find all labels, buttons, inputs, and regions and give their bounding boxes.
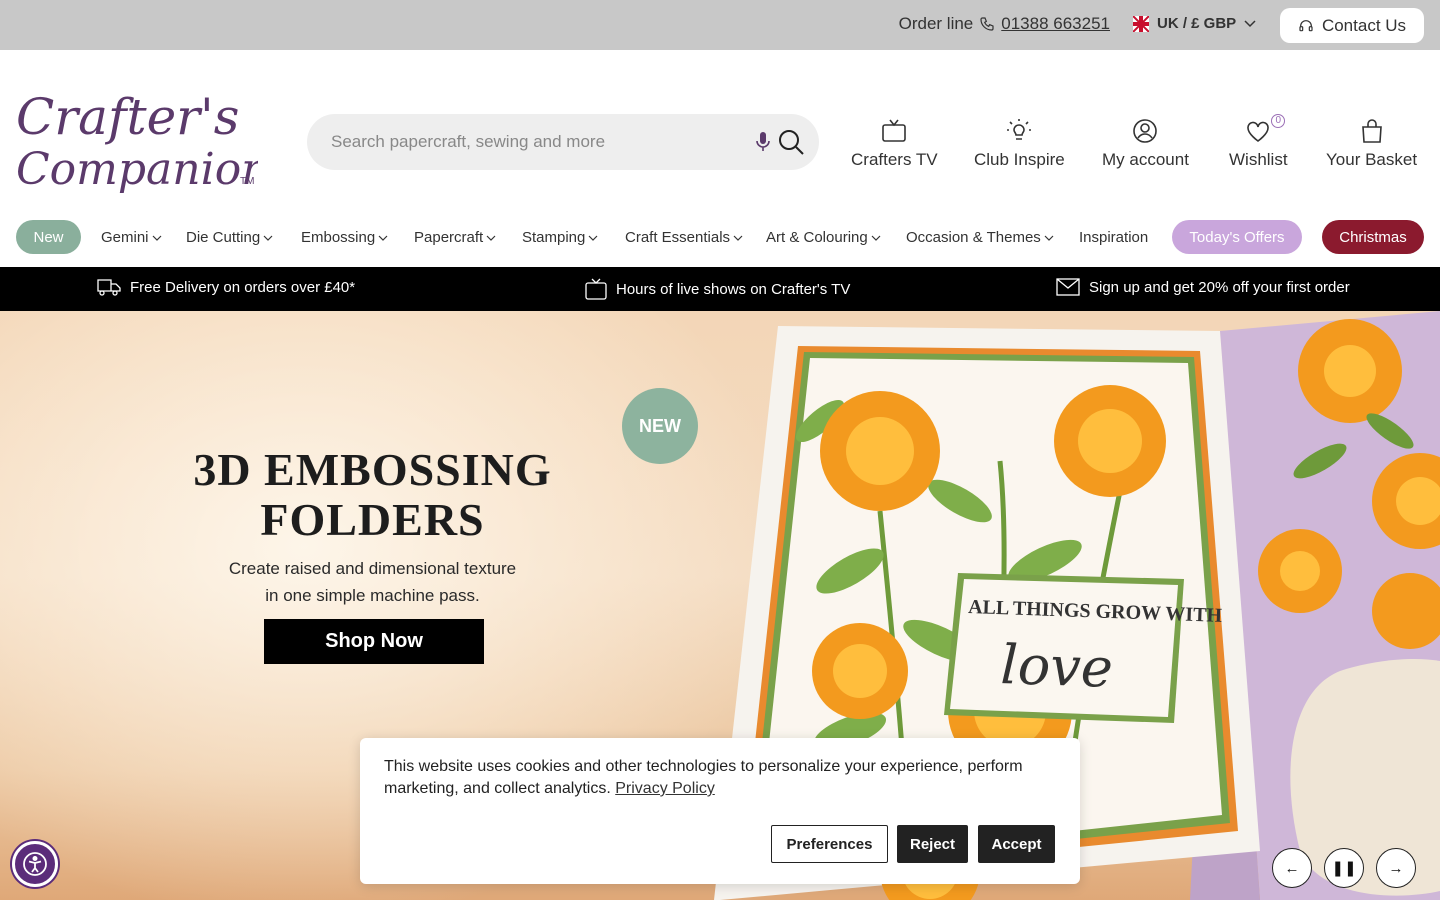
todays-offers-pill[interactable]: Today's Offers [1172,220,1302,254]
accessibility-button[interactable] [12,841,58,887]
nav-item-die-cutting[interactable]: Die Cutting [186,229,273,246]
logo-line1: Crafter's [16,88,239,146]
locale-label: UK / £ GBP [1157,15,1237,32]
hero-subtitle-line2: in one simple machine pass. [265,586,480,605]
privacy-policy-link[interactable]: Privacy Policy [615,780,715,797]
nav-item-label: Papercraft [414,229,484,246]
wishlist-label: Wishlist [1229,150,1288,169]
nav-item-label: Stamping [522,229,586,246]
wishlist-link[interactable]: 0 Wishlist [1229,114,1288,170]
usp-delivery-text: Free Delivery on orders over £40* [130,278,356,296]
cookie-consent-banner: This website uses cookies and other tech… [360,738,1080,884]
crafters-tv-link[interactable]: Crafters TV [851,114,938,170]
contact-us-label: Contact Us [1321,15,1407,35]
heart-icon [1247,121,1270,142]
cookie-accept-button[interactable]: Accept [978,825,1055,863]
nav-item-embossing[interactable]: Embossing [301,229,388,246]
chevron-down-icon [733,235,743,241]
chevron-down-icon [871,235,881,241]
logo-tm: TM [240,176,254,187]
phone-icon [980,17,994,31]
hero-subtitle: Create raised and dimensional texture in… [180,555,565,609]
logo-line2: Companion [16,144,258,195]
nav-item-gemini[interactable]: Gemini [101,229,162,246]
category-nav: New Gemini Die Cutting Embossing Papercr… [16,220,1424,254]
search-input[interactable] [331,114,731,170]
nav-item-label: Occasion & Themes [906,229,1041,246]
chevron-down-icon [1044,235,1054,241]
order-line: Order line 01388 663251 [899,14,1110,34]
carousel-next-button[interactable]: → [1376,848,1416,888]
christmas-pill[interactable]: Christmas [1322,220,1424,254]
nav-item-stamping[interactable]: Stamping [522,229,598,246]
uk-flag-icon [1133,15,1149,32]
search-box[interactable] [307,114,819,170]
contact-us-button[interactable]: Contact Us [1280,8,1424,43]
nav-item-label: Die Cutting [186,229,261,246]
chevron-down-icon [263,235,273,241]
nav-item-art-colouring[interactable]: Art & Colouring [766,229,881,246]
nav-item-label: Art & Colouring [766,229,868,246]
nav-item-occasion-themes[interactable]: Occasion & Themes [906,229,1054,246]
site-header: Crafter's Companion TM Crafters TV Club … [0,50,1440,267]
accessibility-icon [23,852,47,876]
crafters-companion-logo[interactable]: Crafter's Companion TM [14,78,258,202]
crafters-tv-label: Crafters TV [851,150,938,169]
usp-shows-text: Hours of live shows on Crafter's TV [616,280,851,298]
card-sentiment-line2: love [1000,633,1114,700]
cookie-reject-button[interactable]: Reject [897,825,968,863]
envelope-icon [1056,278,1080,296]
chevron-down-icon [378,235,388,241]
usp-signup[interactable]: Sign up and get 20% off your first order [1056,278,1350,296]
nav-item-label: Craft Essentials [625,229,731,246]
club-inspire-label: Club Inspire [974,150,1065,169]
usp-signup-text: Sign up and get 20% off your first order [1089,278,1350,296]
microphone-icon[interactable] [755,130,771,154]
hero-subtitle-line1: Create raised and dimensional texture [228,559,517,578]
utility-bar: Order line 01388 663251 UK / £ GBP Conta… [0,0,1440,50]
tv-icon [585,278,607,300]
nav-item-papercraft[interactable]: Papercraft [414,229,496,246]
chevron-down-icon [1244,19,1256,27]
phone-number-link[interactable]: 01388 663251 [1001,14,1110,34]
hero-title: 3D EMBOSSING FOLDERS [120,445,625,545]
headset-icon [1299,19,1313,31]
nav-item-craft-essentials[interactable]: Craft Essentials [625,229,743,246]
nav-new-pill[interactable]: New [16,220,81,254]
cookie-message: This website uses cookies and other tech… [384,756,1064,800]
hero-title-line2: FOLDERS [260,494,485,545]
cookie-preferences-button[interactable]: Preferences [771,825,888,863]
carousel-prev-button[interactable]: ← [1272,848,1312,888]
bag-icon [1361,119,1382,143]
my-account-link[interactable]: My account [1102,114,1189,170]
hero-title-line1: 3D EMBOSSING [193,444,552,495]
wishlist-count-badge: 0 [1271,114,1286,128]
order-line-label: Order line [898,14,974,33]
tv-icon [882,119,907,142]
search-icon[interactable] [777,128,805,156]
new-badge: NEW [622,388,698,464]
basket-link[interactable]: Your Basket [1326,114,1417,170]
carousel-pause-button[interactable]: ❚❚ [1324,848,1364,888]
locale-selector[interactable]: UK / £ GBP [1133,15,1256,32]
chevron-down-icon [486,235,496,241]
basket-label: Your Basket [1326,150,1418,169]
my-account-label: My account [1102,150,1189,169]
lightbulb-icon [1007,119,1032,140]
club-inspire-link[interactable]: Club Inspire [974,114,1065,170]
usp-delivery[interactable]: Free Delivery on orders over £40* [97,278,355,296]
shop-now-button[interactable]: Shop Now [264,619,484,664]
chevron-down-icon [588,235,598,241]
usp-shows[interactable]: Hours of live shows on Crafter's TV [585,278,850,300]
nav-item-inspiration[interactable]: Inspiration [1079,229,1148,246]
delivery-truck-icon [97,279,121,296]
nav-item-label: Embossing [301,229,376,246]
usp-strip: Free Delivery on orders over £40* Hours … [0,267,1440,311]
chevron-down-icon [152,235,161,241]
user-icon [1133,119,1158,143]
nav-item-label: Gemini [101,229,149,246]
